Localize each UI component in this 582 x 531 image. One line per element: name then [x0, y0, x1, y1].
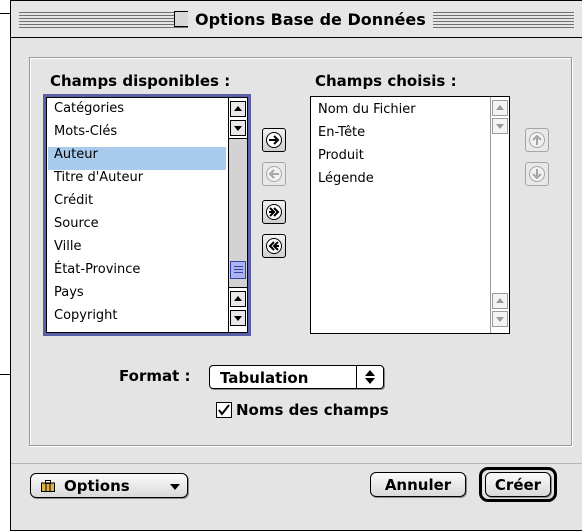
create-button-label: Créer [494, 476, 542, 494]
list-item[interactable]: Pays [54, 285, 84, 308]
list-item[interactable]: Ville [54, 239, 81, 262]
scroll-thumb[interactable] [230, 261, 246, 279]
list-item[interactable]: Légende [318, 171, 374, 194]
checkmark-icon [218, 404, 230, 416]
list-item[interactable]: Source [54, 216, 99, 239]
popup-arrows-icon [356, 366, 383, 388]
scroll-up-arrow[interactable] [492, 293, 508, 309]
cancel-button-label: Annuler [384, 476, 452, 494]
scroll-up-arrow[interactable] [492, 100, 508, 116]
available-fields-list[interactable]: Catégories Mots-Clés Auteur Titre d'Aute… [46, 97, 248, 333]
list-item[interactable]: Produit [318, 148, 364, 171]
format-popup-menu[interactable]: Tabulation [209, 365, 384, 389]
chosen-scrollbar[interactable] [490, 97, 509, 333]
format-label: Format : [119, 367, 191, 385]
title-bar[interactable]: Options Base de Données [11, 1, 582, 38]
double-left-arrow-icon [266, 238, 282, 254]
list-item[interactable]: Nom du Fichier [318, 102, 416, 125]
scroll-down-arrow[interactable] [492, 311, 508, 327]
add-all-fields-button[interactable] [262, 200, 286, 224]
double-right-arrow-icon [266, 204, 282, 220]
field-names-label[interactable]: Noms des champs [236, 401, 389, 419]
list-item-selected[interactable]: Auteur [54, 147, 98, 170]
list-item[interactable]: En-Tête [318, 125, 365, 148]
list-item[interactable]: Catégories [54, 101, 124, 124]
list-item[interactable]: État-Province [54, 262, 140, 285]
scroll-down-arrow[interactable] [230, 120, 246, 136]
scroll-up-arrow[interactable] [230, 101, 246, 117]
list-item[interactable]: Mots-Clés [54, 124, 117, 147]
divider [11, 463, 582, 464]
left-arrow-icon [266, 166, 282, 182]
briefcase-icon [41, 480, 55, 492]
chosen-fields-list[interactable]: Nom du Fichier En-Tête Produit Légende [310, 96, 510, 334]
list-item[interactable]: Copyright [54, 308, 118, 331]
remove-field-button[interactable] [262, 162, 286, 186]
up-arrow-icon [529, 132, 545, 148]
format-selected-value: Tabulation [220, 369, 309, 387]
add-field-button[interactable] [262, 128, 286, 152]
dialog-title: Options Base de Données [188, 7, 433, 33]
available-scrollbar[interactable] [228, 98, 247, 332]
available-fields-heading: Champs disponibles : [50, 72, 231, 90]
scroll-down-arrow[interactable] [230, 310, 246, 326]
scroll-up-arrow[interactable] [230, 291, 246, 307]
dropdown-arrow-icon [170, 484, 180, 490]
remove-all-fields-button[interactable] [262, 234, 286, 258]
move-down-button[interactable] [525, 162, 549, 186]
right-arrow-icon [266, 132, 282, 148]
list-item[interactable]: Crédit [54, 193, 93, 216]
down-arrow-icon [529, 166, 545, 182]
create-button[interactable]: Créer [485, 472, 551, 497]
field-names-checkbox[interactable] [216, 402, 232, 418]
options-button[interactable]: Options [30, 473, 188, 498]
cancel-button[interactable]: Annuler [370, 472, 466, 497]
list-item[interactable]: Titre d'Auteur [54, 170, 143, 193]
move-up-button[interactable] [525, 128, 549, 152]
options-button-label: Options [64, 477, 130, 495]
scroll-down-arrow[interactable] [492, 118, 508, 134]
chosen-fields-heading: Champs choisis : [315, 72, 457, 90]
